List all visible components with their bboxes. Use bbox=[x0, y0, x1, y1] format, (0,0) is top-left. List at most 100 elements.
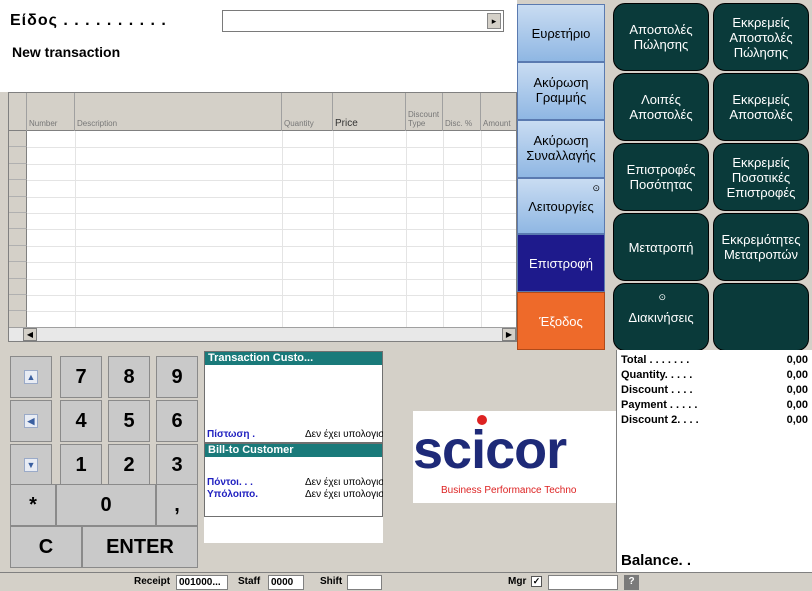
staff-field[interactable]: 0000 bbox=[268, 575, 304, 590]
quantity-returns-tile[interactable]: Επιστροφές Ποσότητας bbox=[613, 143, 709, 211]
col-quantity[interactable]: Quantity bbox=[282, 93, 333, 131]
down-key[interactable]: ▼ bbox=[10, 444, 52, 486]
pending-conversions-tile[interactable]: Εκκρεμότητες Μετατροπών bbox=[713, 213, 809, 281]
sales-shipments-tile[interactable]: Αποστολές Πώλησης bbox=[613, 3, 709, 71]
other-shipments-tile[interactable]: Λοιπές Αποστολές bbox=[613, 73, 709, 141]
left-arrow-icon: ◀ bbox=[24, 414, 38, 428]
col-price[interactable]: Price bbox=[333, 93, 406, 131]
horizontal-scrollbar[interactable]: ◀ ▶ bbox=[9, 327, 516, 341]
key-4[interactable]: 4 bbox=[60, 400, 102, 442]
row-header[interactable] bbox=[9, 278, 27, 295]
comma-key[interactable]: , bbox=[156, 484, 198, 526]
conversion-label: Μετατροπή bbox=[628, 239, 694, 255]
shift-label: Shift bbox=[320, 576, 343, 587]
mgr-checkbox[interactable]: ✓ bbox=[531, 576, 542, 587]
transaction-customer-title: Transaction Custo... bbox=[205, 352, 382, 365]
functions-button[interactable]: ⊙ Λειτουργίες bbox=[517, 178, 605, 234]
row-header[interactable] bbox=[9, 180, 27, 197]
left-key[interactable]: ◀ bbox=[10, 400, 52, 442]
balance-customer-value: Δεν έχει υπολογιστεί bbox=[305, 489, 396, 500]
points-value: Δεν έχει υπολογιστεί bbox=[305, 477, 396, 488]
row-header[interactable] bbox=[9, 213, 27, 230]
functions-label: Λειτουργίες bbox=[528, 198, 594, 214]
col-disc-percent[interactable]: Disc. % bbox=[443, 93, 481, 131]
key-0[interactable]: 0 bbox=[56, 484, 156, 526]
logo-tagline: Business Performance Techno bbox=[441, 485, 577, 496]
col-discount-type[interactable]: Discount Type bbox=[406, 93, 443, 131]
scroll-left-icon[interactable]: ◀ bbox=[23, 328, 37, 341]
dropdown-arrow-icon[interactable]: ▸ bbox=[487, 13, 501, 29]
help-button[interactable]: ? bbox=[624, 575, 639, 590]
shift-field[interactable] bbox=[347, 575, 382, 590]
blank-panel bbox=[204, 517, 383, 543]
col-description[interactable]: Description bbox=[75, 93, 282, 131]
transaction-title: New transaction bbox=[12, 44, 121, 60]
up-arrow-icon: ▲ bbox=[24, 370, 38, 384]
key-3[interactable]: 3 bbox=[156, 444, 198, 486]
row-header[interactable] bbox=[9, 147, 27, 164]
cancel-transaction-button[interactable]: Ακύρωση Συναλλαγής bbox=[517, 120, 605, 178]
empty-tile[interactable] bbox=[713, 283, 809, 351]
row-header[interactable] bbox=[9, 245, 27, 263]
receipt-field[interactable]: 001000... bbox=[176, 575, 228, 590]
sales-shipments-label: Αποστολές Πώλησης bbox=[629, 22, 693, 52]
row-header[interactable] bbox=[9, 196, 27, 213]
item-select[interactable]: ▸ bbox=[222, 10, 504, 32]
pending-sales-shipments-label: Εκκρεμείς Αποστολές Πώλησης bbox=[729, 14, 793, 60]
star-key[interactable]: * bbox=[10, 484, 56, 526]
pending-sales-shipments-tile[interactable]: Εκκρεμείς Αποστολές Πώλησης bbox=[713, 3, 809, 71]
total-value: 0,00 bbox=[786, 354, 808, 366]
row-header[interactable] bbox=[9, 229, 27, 246]
row-header[interactable] bbox=[9, 262, 27, 279]
conversion-tile[interactable]: Μετατροπή bbox=[613, 213, 709, 281]
radio-dot-icon: ⊙ bbox=[592, 183, 600, 193]
balance-value: 0,00 bbox=[778, 550, 810, 567]
enter-key[interactable]: ENTER bbox=[82, 526, 198, 568]
clear-key[interactable]: C bbox=[10, 526, 82, 568]
row-header[interactable] bbox=[9, 311, 27, 328]
logo-dot-icon bbox=[477, 415, 487, 425]
grid-corner bbox=[9, 93, 27, 131]
discount-row: Discount . . . . 0,00 bbox=[621, 384, 808, 396]
cancel-transaction-label: Ακύρωση Συναλλαγής bbox=[526, 133, 596, 163]
col-number[interactable]: Number bbox=[27, 93, 75, 131]
discount2-label: Discount 2. . . . bbox=[621, 414, 699, 426]
scroll-right-icon[interactable]: ▶ bbox=[502, 328, 516, 341]
key-5[interactable]: 5 bbox=[108, 400, 150, 442]
payment-row: Payment . . . . . 0,00 bbox=[621, 399, 808, 411]
key-9[interactable]: 9 bbox=[156, 356, 198, 398]
return-button[interactable]: Επιστροφή bbox=[517, 234, 605, 292]
key-2[interactable]: 2 bbox=[108, 444, 150, 486]
credit-value: Δεν έχει υπολογιστεί bbox=[305, 429, 396, 440]
row-header[interactable] bbox=[9, 295, 27, 312]
key-6[interactable]: 6 bbox=[156, 400, 198, 442]
row-header[interactable] bbox=[9, 131, 27, 148]
cancel-line-button[interactable]: Ακύρωση Γραμμής bbox=[517, 62, 605, 120]
up-key[interactable]: ▲ bbox=[10, 356, 52, 398]
grid-column-line bbox=[406, 131, 407, 327]
key-7[interactable]: 7 bbox=[60, 356, 102, 398]
transaction-grid[interactable]: Number Description Quantity Price Discou… bbox=[8, 92, 517, 342]
quantity-value: 0,00 bbox=[786, 369, 808, 381]
discount-label: Discount . . . . bbox=[621, 384, 693, 396]
pending-shipments-tile[interactable]: Εκκρεμείς Αποστολές bbox=[713, 73, 809, 141]
return-label: Επιστροφή bbox=[529, 255, 593, 271]
col-amount[interactable]: Amount bbox=[481, 93, 516, 131]
cancel-line-label: Ακύρωση Γραμμής bbox=[533, 75, 589, 105]
pending-quantity-returns-tile[interactable]: Εκκρεμείς Ποσοτικές Επιστροφές bbox=[713, 143, 809, 211]
balance-label: Balance. . bbox=[621, 552, 692, 569]
pending-shipments-label: Εκκρεμείς Αποστολές bbox=[729, 92, 793, 122]
keypad: ▲ 7 8 9 ◀ 4 5 6 ▼ 1 2 3 * 0 , C ENTER bbox=[0, 350, 204, 572]
key-8[interactable]: 8 bbox=[108, 356, 150, 398]
movements-label: Διακινήσεις bbox=[628, 309, 694, 325]
other-shipments-label: Λοιπές Αποστολές bbox=[629, 92, 693, 122]
balance-customer-label: Υπόλοιπο. bbox=[207, 489, 259, 500]
exit-button[interactable]: Έξοδος bbox=[517, 292, 605, 350]
grid-column-line bbox=[75, 131, 76, 327]
mgr-field[interactable] bbox=[548, 575, 618, 590]
key-1[interactable]: 1 bbox=[60, 444, 102, 486]
grid-column-line bbox=[282, 131, 283, 327]
row-header[interactable] bbox=[9, 163, 27, 181]
movements-tile[interactable]: ⊙ Διακινήσεις bbox=[613, 283, 709, 351]
index-button[interactable]: Ευρετήριο bbox=[517, 4, 605, 62]
